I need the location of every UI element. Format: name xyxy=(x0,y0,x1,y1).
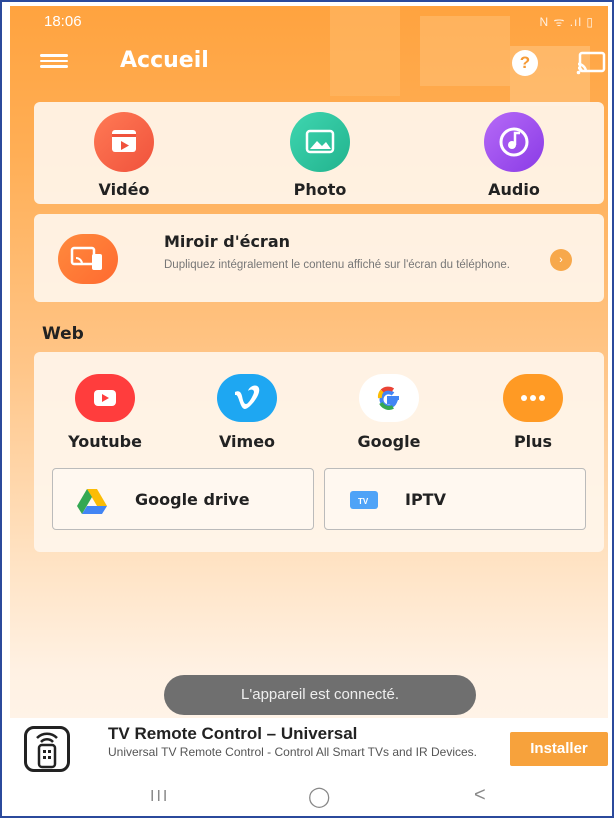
status-time: 18:06 xyxy=(44,13,82,30)
help-icon[interactable]: ? xyxy=(512,50,538,76)
install-button[interactable]: Installer xyxy=(510,732,608,766)
vimeo-button[interactable]: Vimeo xyxy=(192,374,302,451)
status-bar: 18:06 N ᯤ .ıl ▯ xyxy=(10,10,608,32)
system-nav-bar: III ◯ < xyxy=(10,778,608,816)
google-drive-label: Google drive xyxy=(135,490,250,509)
video-button[interactable]: Vidéo xyxy=(54,112,194,199)
google-button[interactable]: Google xyxy=(334,374,444,451)
media-card: Vidéo Photo Audio xyxy=(34,102,604,204)
status-icons: N ᯤ .ıl ▯ xyxy=(539,15,594,29)
google-drive-icon xyxy=(77,489,107,514)
more-icon xyxy=(503,374,563,422)
toast-message: L'appareil est connecté. xyxy=(164,675,476,715)
google-icon xyxy=(359,374,419,422)
screen-mirror-description: Dupliquez intégralement le contenu affic… xyxy=(164,259,510,271)
ad-banner[interactable]: TV Remote Control – Universal Universal … xyxy=(10,718,608,778)
iptv-label: IPTV xyxy=(405,490,446,509)
remote-control-icon xyxy=(24,726,70,772)
audio-label: Audio xyxy=(488,180,540,199)
google-label: Google xyxy=(357,432,421,451)
recent-apps-button[interactable]: III xyxy=(150,788,169,806)
app-bar: Accueil ? xyxy=(10,42,608,82)
screenshot-frame: 18:06 N ᯤ .ıl ▯ Accueil ? Vidéo Photo Au… xyxy=(0,0,614,818)
tv-icon: TV xyxy=(350,491,378,509)
music-icon xyxy=(484,112,544,172)
home-button[interactable]: ◯ xyxy=(308,784,330,809)
screen-mirror-card[interactable]: Miroir d'écran Dupliquez intégralement l… xyxy=(34,214,604,302)
more-button[interactable]: Plus xyxy=(478,374,588,451)
svg-text:TV: TV xyxy=(358,497,369,506)
ad-title: TV Remote Control – Universal xyxy=(108,724,358,743)
web-card: Youtube Vimeo Google Plus Google drive T… xyxy=(34,352,604,552)
google-drive-button[interactable]: Google drive xyxy=(52,468,314,530)
iptv-button[interactable]: TV IPTV xyxy=(324,468,586,530)
ad-description: Universal TV Remote Control - Control Al… xyxy=(108,745,478,759)
screen-mirror-icon xyxy=(58,234,118,284)
photo-label: Photo xyxy=(293,180,347,199)
screen-mirror-title: Miroir d'écran xyxy=(164,232,290,251)
cast-icon[interactable] xyxy=(576,50,606,76)
web-section-label: Web xyxy=(42,324,84,344)
app-screen: 18:06 N ᯤ .ıl ▯ Accueil ? Vidéo Photo Au… xyxy=(10,6,608,816)
back-button[interactable]: < xyxy=(474,784,486,807)
youtube-button[interactable]: Youtube xyxy=(50,374,160,451)
video-icon xyxy=(94,112,154,172)
more-label: Plus xyxy=(513,432,553,451)
audio-button[interactable]: Audio xyxy=(444,112,584,199)
video-label: Vidéo xyxy=(98,180,150,199)
youtube-label: Youtube xyxy=(68,432,142,451)
youtube-icon xyxy=(75,374,135,422)
page-title: Accueil xyxy=(120,48,209,73)
menu-icon[interactable] xyxy=(40,51,68,73)
image-icon xyxy=(290,112,350,172)
photo-button[interactable]: Photo xyxy=(250,112,390,199)
chevron-right-icon[interactable]: › xyxy=(550,249,572,271)
vimeo-label: Vimeo xyxy=(218,432,276,451)
vimeo-icon xyxy=(217,374,277,422)
